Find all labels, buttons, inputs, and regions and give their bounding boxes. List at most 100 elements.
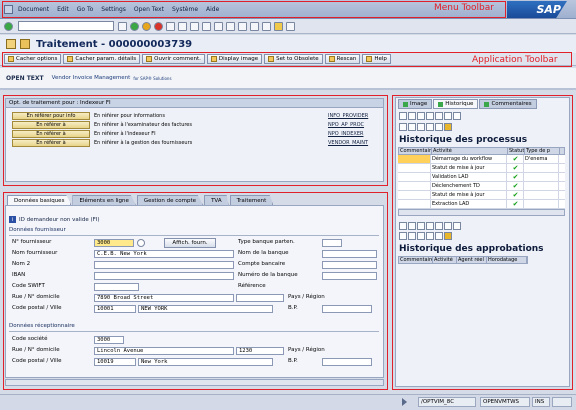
vendor-search-icon[interactable] <box>137 239 145 247</box>
col-activity[interactable]: Activité <box>432 148 508 154</box>
col-approval-agent[interactable]: Agent réel <box>457 257 487 263</box>
option-code[interactable]: NPO_AP_PROC <box>328 122 364 128</box>
first-page-icon[interactable] <box>202 21 211 31</box>
print-icon[interactable] <box>166 21 175 31</box>
street-field[interactable]: 7890 Broad Street <box>94 294 234 302</box>
tab-tax[interactable]: TVA <box>204 195 229 205</box>
back-icon[interactable] <box>130 21 139 31</box>
print-icon[interactable] <box>408 112 416 120</box>
details-icon[interactable] <box>399 222 407 230</box>
bank-name-field[interactable] <box>322 250 377 258</box>
receiver-po-box-field[interactable] <box>322 358 372 366</box>
find-icon[interactable] <box>426 112 434 120</box>
table-row[interactable]: Déclenchement TD ✔ <box>398 182 565 191</box>
table-row[interactable]: Statut de mise à jour ✔ <box>398 191 565 200</box>
graphic-icon[interactable] <box>435 123 443 131</box>
filter-icon[interactable] <box>417 222 425 230</box>
table-row[interactable]: Extraction LAD ✔ <box>398 200 565 209</box>
shortcut-icon[interactable] <box>262 21 271 31</box>
spreadsheet-icon[interactable] <box>417 123 425 131</box>
name2-field[interactable] <box>94 261 234 269</box>
input-mode-field[interactable]: INS <box>532 397 550 407</box>
tab-comments[interactable]: Commentaires <box>479 99 537 109</box>
tab-history[interactable]: Historique <box>433 99 479 109</box>
option-code[interactable]: VENDOR_MAINT <box>328 140 368 146</box>
enter-icon[interactable] <box>4 21 13 31</box>
company-code-field[interactable]: 3000 <box>94 336 124 344</box>
help-icon[interactable] <box>274 21 283 31</box>
system-field[interactable]: /OPTVIM_8C <box>418 397 476 407</box>
table-row[interactable]: Démarrage du workflow ✔ D'enema <box>398 155 565 164</box>
col-approval-activity[interactable]: Activité <box>433 257 457 263</box>
last-page-icon[interactable] <box>238 21 247 31</box>
save-icon[interactable] <box>118 21 127 31</box>
next-page-icon[interactable] <box>226 21 235 31</box>
process-history-scrollbar[interactable] <box>398 209 565 216</box>
filter-icon[interactable] <box>417 112 425 120</box>
details-icon[interactable] <box>399 112 407 120</box>
view-icon[interactable] <box>426 232 434 240</box>
receiver-city-field[interactable]: New York <box>138 358 273 366</box>
city-field[interactable]: NEW YORK <box>138 305 273 313</box>
col-status[interactable]: Statut <box>508 148 525 154</box>
exit-icon[interactable] <box>142 21 151 31</box>
sum-icon[interactable] <box>453 222 461 230</box>
bank-account-field[interactable] <box>322 261 377 269</box>
command-field[interactable] <box>18 21 114 31</box>
refer-vendor-maint-button[interactable]: En référer à <box>12 138 90 147</box>
sort-asc-icon[interactable] <box>435 222 443 230</box>
info-icon[interactable] <box>444 232 452 240</box>
info-icon[interactable] <box>444 123 452 131</box>
postal-code-field[interactable]: 10001 <box>94 305 136 313</box>
previous-page-icon[interactable] <box>214 21 223 31</box>
server-field[interactable]: OPENVMTWS <box>480 397 530 407</box>
status-play-icon[interactable] <box>402 398 410 406</box>
tab-basic-data[interactable]: Données basiques <box>7 195 72 205</box>
tab-image[interactable]: Image <box>398 99 433 109</box>
bank-type-field[interactable] <box>322 239 342 247</box>
layout-icon[interactable] <box>408 123 416 131</box>
export-icon[interactable] <box>399 232 407 240</box>
status-lock-icon[interactable] <box>552 397 572 407</box>
vendor-name-field[interactable]: C.E.B. New York <box>94 250 234 258</box>
refer-ap-proc-button[interactable]: En référer à <box>12 120 90 129</box>
find-next-icon[interactable] <box>190 21 199 31</box>
tab-account-management[interactable]: Gestion de compte <box>136 195 204 205</box>
receiver-postal-field[interactable]: 10019 <box>94 358 136 366</box>
option-code[interactable]: NPO_INDEXER <box>328 131 363 137</box>
view-icon[interactable] <box>426 123 434 131</box>
detail-horizontal-scrollbar[interactable] <box>5 379 384 386</box>
display-vendor-button[interactable]: Affich. fourn. <box>164 238 216 248</box>
po-box-field[interactable] <box>322 305 372 313</box>
option-code[interactable]: INFO_PROVIDER <box>328 113 368 119</box>
tab-processing[interactable]: Traitement <box>229 195 274 205</box>
graphic-icon[interactable] <box>435 232 443 240</box>
layout-icon[interactable] <box>286 21 295 31</box>
new-session-icon[interactable] <box>250 21 259 31</box>
table-row[interactable]: Validation LAD ✔ <box>398 173 565 182</box>
sort-asc-icon[interactable] <box>435 112 443 120</box>
cancel-icon[interactable] <box>154 21 163 31</box>
bank-number-field[interactable] <box>322 272 377 280</box>
print-icon[interactable] <box>408 222 416 230</box>
house-number-field[interactable] <box>236 294 284 302</box>
tab-line-items[interactable]: Eléments en ligne <box>72 195 136 205</box>
refer-info-button[interactable]: En référer pour info <box>12 111 90 120</box>
refer-indexer-button[interactable]: En référer à <box>12 129 90 138</box>
iban-field[interactable] <box>94 272 234 280</box>
sort-desc-icon[interactable] <box>444 222 452 230</box>
receiver-street-field[interactable]: Lincoln Avenue <box>94 347 234 355</box>
table-row[interactable]: Statut de mise à jour ✔ <box>398 164 565 173</box>
receiver-house-number-field[interactable]: 1230 <box>236 347 284 355</box>
col-approval-comment[interactable]: Commentaire <box>399 257 433 263</box>
col-approval-timestamp[interactable]: Horodatage <box>487 257 527 263</box>
spreadsheet-icon[interactable] <box>417 232 425 240</box>
find-icon[interactable] <box>178 21 187 31</box>
find-icon[interactable] <box>426 222 434 230</box>
swift-field[interactable] <box>94 283 139 291</box>
vendor-no-field[interactable]: 3000 <box>94 239 134 247</box>
display-change-icon[interactable] <box>20 39 30 49</box>
col-type[interactable]: Type de p <box>525 148 560 154</box>
export-icon[interactable] <box>399 123 407 131</box>
layout-icon[interactable] <box>408 232 416 240</box>
